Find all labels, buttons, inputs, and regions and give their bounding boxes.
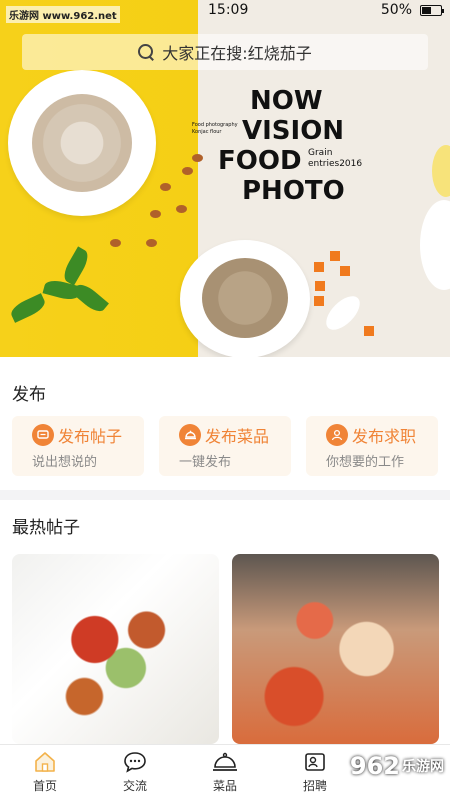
section-divider [0, 490, 450, 500]
hot-post-card[interactable] [232, 554, 439, 744]
publish-post-button[interactable]: 发布帖子 说出想说的 [12, 416, 144, 476]
nut-decoration [146, 239, 157, 247]
banner-side-text: Grain entries2016 [308, 148, 362, 170]
publish-job-sub: 你想要的工作 [326, 455, 405, 470]
publish-post-label: 发布帖子 [58, 427, 123, 446]
nut-decoration [176, 205, 187, 213]
banner-title: NOW VISION FOOD PHOTO [218, 86, 345, 206]
tab-recruit[interactable]: 招聘 [270, 751, 360, 794]
job-icon [326, 424, 348, 446]
leaf-decoration [71, 280, 109, 316]
banner-title-line: VISION [242, 116, 345, 146]
carrot-decoration [364, 326, 374, 336]
dish-icon [179, 424, 201, 446]
leaf-decoration [8, 293, 48, 323]
search-placeholder: 大家正在搜:红烧茄子 [162, 44, 312, 63]
post-icon [32, 424, 54, 446]
plate-image [420, 200, 450, 290]
watermark-logo-sub: 乐游网 [402, 759, 444, 775]
porridge-bowl-image [180, 240, 310, 357]
carrot-decoration [314, 262, 324, 272]
nut-decoration [160, 183, 171, 191]
carrot-decoration [314, 296, 324, 306]
banner-title-line: PHOTO [242, 176, 345, 206]
tab-recruit-label: 招聘 [302, 779, 327, 793]
spoon-image [320, 290, 366, 336]
search-icon [138, 44, 154, 60]
tab-dishes[interactable]: 菜品 [180, 751, 270, 794]
publish-job-label: 发布求职 [352, 427, 417, 446]
tab-chat-label: 交流 [122, 779, 147, 793]
tab-home-label: 首页 [32, 779, 57, 793]
grain-bowl-image [8, 70, 156, 216]
banner-side-line: entries2016 [308, 159, 363, 169]
status-time: 15:09 [208, 2, 249, 18]
lemon-image [432, 145, 450, 197]
tab-dishes-label: 菜品 [212, 779, 237, 793]
watermark-top: 乐游网 www.962.net [6, 6, 120, 23]
hot-posts-title: 最热帖子 [12, 518, 80, 538]
search-bar[interactable]: 大家正在搜:红烧茄子 [22, 34, 428, 70]
hot-post-card[interactable] [12, 554, 219, 744]
nut-decoration [150, 210, 161, 218]
watermark-logo-text: 962 [349, 752, 400, 780]
carrot-decoration [340, 266, 350, 276]
publish-section-title: 发布 [12, 385, 46, 405]
home-icon [0, 751, 90, 773]
battery-icon [420, 4, 444, 16]
watermark-logo: 962 乐游网 [350, 752, 444, 780]
publish-dish-sub: 一键发布 [179, 455, 232, 470]
publish-job-button[interactable]: 发布求职 你想要的工作 [306, 416, 438, 476]
banner-title-line: NOW [250, 86, 323, 116]
hero-banner[interactable]: 15:09 50% 乐游网 www.962.net Food photograp… [0, 0, 450, 357]
recruit-icon [270, 751, 360, 773]
publish-dish-label: 发布菜品 [205, 427, 270, 446]
publish-dish-button[interactable]: 发布菜品 一键发布 [159, 416, 291, 476]
app-screen: 15:09 50% 乐游网 www.962.net Food photograp… [0, 0, 450, 800]
carrot-decoration [330, 251, 340, 261]
tab-chat[interactable]: 交流 [90, 751, 180, 794]
tab-home[interactable]: 首页 [0, 751, 90, 794]
chat-icon [90, 751, 180, 773]
nut-decoration [192, 154, 203, 162]
status-right: 50% [380, 2, 444, 18]
cloche-icon [180, 751, 270, 773]
nut-decoration [182, 167, 193, 175]
carrot-decoration [315, 281, 325, 291]
leaf-decoration [60, 246, 92, 286]
banner-side-line: Grain [308, 148, 333, 158]
nut-decoration [110, 239, 121, 247]
battery-percent: 50% [380, 2, 412, 18]
publish-post-sub: 说出想说的 [32, 455, 98, 470]
